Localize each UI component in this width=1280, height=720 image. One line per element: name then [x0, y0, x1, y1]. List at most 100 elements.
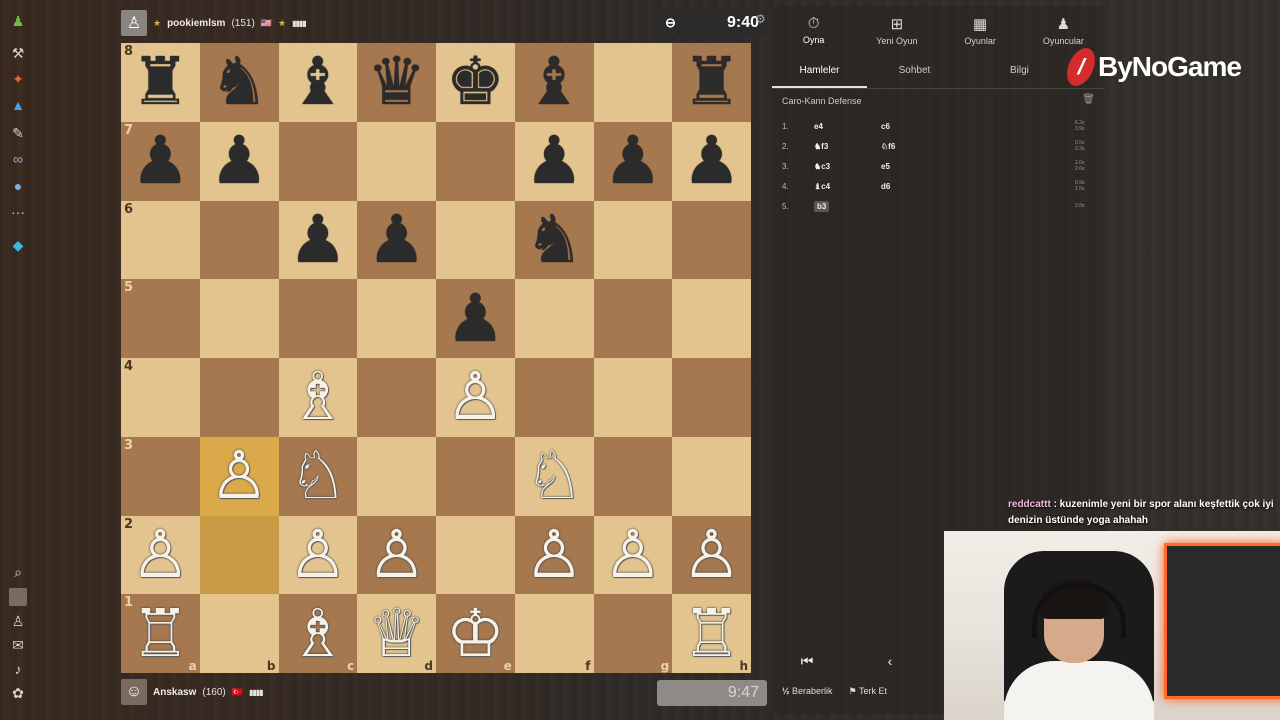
draw-button[interactable]: ½ Beraberlik	[782, 686, 833, 697]
chess-piece[interactable]: ♟	[210, 128, 269, 194]
square-e3[interactable]	[436, 436, 515, 516]
social-icon[interactable]: ●	[9, 177, 27, 195]
hammer-icon[interactable]: ⚒	[9, 44, 27, 62]
chess-piece[interactable]: ♗	[288, 364, 347, 430]
top-player-name[interactable]: pookiemlsm	[167, 18, 225, 29]
square-c1[interactable]: c ♗	[278, 594, 358, 673]
learn-icon[interactable]: ▲	[9, 96, 27, 114]
tab-chat[interactable]: Sohbet	[867, 58, 962, 88]
white-move[interactable]: ♞f3	[814, 142, 881, 151]
square-a3[interactable]: 3	[121, 436, 200, 516]
square-b3[interactable]: ♙	[199, 436, 279, 516]
white-move[interactable]: ♝c4	[814, 182, 881, 191]
square-g6[interactable]	[593, 200, 673, 280]
square-e4[interactable]: ♙	[436, 358, 515, 437]
square-f3[interactable]: ♘	[514, 436, 594, 516]
square-d2[interactable]: ♙	[357, 515, 436, 595]
chess-piece[interactable]: ♖	[131, 600, 190, 667]
square-b1[interactable]: b	[199, 594, 279, 673]
chess-piece[interactable]: ♘	[288, 443, 347, 509]
square-c3[interactable]: ♘	[278, 436, 358, 516]
chess-piece[interactable]: ♙	[288, 521, 347, 588]
square-b8[interactable]: ♞	[199, 43, 279, 122]
square-f7[interactable]: ♟	[514, 121, 594, 201]
square-b5[interactable]	[199, 279, 279, 358]
chess-piece[interactable]: ♟	[682, 128, 741, 194]
square-g5[interactable]	[593, 279, 673, 358]
square-c4[interactable]: ♗	[278, 358, 358, 437]
square-g4[interactable]	[593, 358, 673, 437]
bell-icon[interactable]: ♪	[9, 660, 27, 678]
binoculars-icon[interactable]: ∞	[9, 150, 27, 168]
square-e2[interactable]	[436, 515, 515, 595]
chess-piece[interactable]: ♛	[367, 49, 426, 115]
chess-piece[interactable]: ♙	[525, 521, 584, 588]
square-c7[interactable]	[278, 121, 358, 201]
square-f4[interactable]	[514, 358, 594, 437]
square-g1[interactable]: g	[593, 594, 673, 673]
chess-piece[interactable]: ♙	[603, 521, 662, 588]
square-a2[interactable]: 2 ♙	[121, 515, 200, 595]
pawn-icon[interactable]: ♟	[9, 12, 27, 30]
square-d8[interactable]: ♛	[357, 43, 436, 122]
square-c5[interactable]	[278, 279, 358, 358]
nav-play[interactable]: ⏱ Oyna	[772, 6, 855, 54]
trash-icon[interactable]: 🗑	[1082, 94, 1095, 105]
square-h1[interactable]: h ♖	[672, 594, 751, 673]
board-settings-icon[interactable]: ⚙	[755, 12, 766, 26]
square-g8[interactable]	[593, 43, 673, 122]
square-e6[interactable]	[436, 200, 515, 280]
chess-piece[interactable]: ♝	[525, 49, 584, 115]
nav-new-game[interactable]: ⊞ Yeni Oyun	[855, 6, 938, 54]
diamond-icon[interactable]: ◆	[9, 236, 27, 254]
square-f8[interactable]: ♝	[514, 43, 594, 122]
avatar[interactable]: ♙	[121, 10, 147, 36]
square-d4[interactable]	[357, 358, 436, 437]
avatar[interactable]: ☺	[121, 679, 147, 705]
square-h2[interactable]: ♙	[672, 515, 751, 595]
square-d1[interactable]: d ♕	[357, 594, 436, 673]
white-move[interactable]: e4	[814, 122, 881, 131]
square-f2[interactable]: ♙	[514, 515, 594, 595]
square-a4[interactable]: 4	[121, 358, 200, 437]
chess-piece[interactable]: ♟	[525, 128, 584, 194]
square-c8[interactable]: ♝	[278, 43, 358, 122]
black-move[interactable]: c6	[881, 122, 1041, 131]
chess-piece[interactable]: ♚	[446, 49, 505, 115]
square-c6[interactable]: ♟	[278, 200, 358, 280]
square-g3[interactable]	[593, 436, 673, 516]
chess-piece[interactable]: ♔	[446, 600, 505, 667]
square-h8[interactable]: ♜	[672, 43, 751, 122]
mail-icon[interactable]: ✉	[9, 636, 27, 654]
square-e1[interactable]: e ♔	[436, 594, 515, 673]
square-a1[interactable]: 1 a ♖	[121, 594, 200, 673]
friends-icon[interactable]: ♙	[9, 612, 27, 630]
chess-piece[interactable]: ♟	[288, 206, 347, 273]
square-d5[interactable]	[357, 279, 436, 358]
bottom-player-name[interactable]: Anskasw	[153, 687, 196, 698]
chess-piece[interactable]: ♕	[367, 600, 426, 667]
square-e7[interactable]	[436, 121, 515, 201]
square-d3[interactable]	[357, 436, 436, 516]
chess-piece[interactable]: ♙	[210, 443, 269, 509]
square-e8[interactable]: ♚	[436, 43, 515, 122]
chess-piece[interactable]: ♗	[288, 600, 347, 667]
settings-icon[interactable]: ✿	[9, 684, 27, 702]
chess-piece[interactable]: ♟	[446, 285, 505, 352]
square-g2[interactable]: ♙	[593, 515, 673, 595]
square-h4[interactable]	[672, 358, 751, 437]
black-move[interactable]: e5	[881, 162, 1041, 171]
chess-piece[interactable]: ♟	[131, 128, 190, 194]
square-h7[interactable]: ♟	[672, 121, 751, 201]
square-a8[interactable]: 8 ♜	[121, 43, 200, 122]
square-a7[interactable]: 7 ♟	[121, 121, 200, 201]
resign-button[interactable]: ⚑ Terk Et	[849, 686, 887, 697]
square-f1[interactable]: f	[514, 594, 594, 673]
chess-piece[interactable]: ♙	[446, 364, 505, 430]
square-g7[interactable]: ♟	[593, 121, 673, 201]
white-move[interactable]: b3	[814, 200, 881, 212]
square-a6[interactable]: 6	[121, 200, 200, 280]
chess-piece[interactable]: ♖	[682, 600, 741, 667]
search-icon[interactable]: ⌕	[9, 563, 27, 581]
chess-board[interactable]: 8 ♜ ♞ ♝ ♛ ♚ ♝ ♜ 7 ♟ ♟ ♟ ♟ ♟ 6 ♟ ♟ ♞ 5 ♟ 4 ♗ ♙ 3 ♙ ♘ ♘ 2 ♙ ♙ ♙ ♙ ♙ ♙ 1 a ♖ b c ♗…	[121, 43, 751, 673]
